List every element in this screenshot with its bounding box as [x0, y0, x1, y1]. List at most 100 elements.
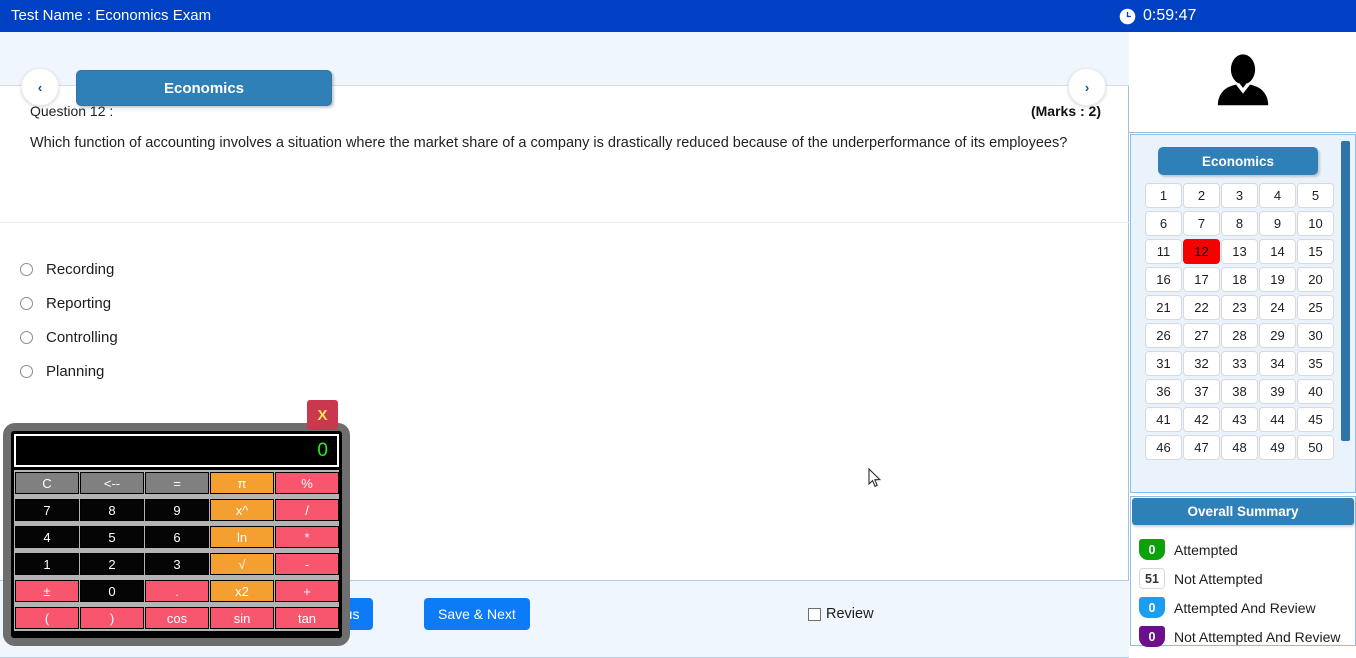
palette-question-19[interactable]: 19	[1259, 267, 1296, 292]
calc-key-[interactable]: √	[210, 553, 274, 575]
palette-question-43[interactable]: 43	[1221, 407, 1258, 432]
calc-key-x[interactable]: x^	[210, 499, 274, 521]
calc-key-7[interactable]: 7	[15, 499, 79, 521]
palette-question-7[interactable]: 7	[1183, 211, 1220, 236]
palette-question-44[interactable]: 44	[1259, 407, 1296, 432]
calculator-close-button[interactable]: X	[307, 400, 338, 430]
palette-question-40[interactable]: 40	[1297, 379, 1334, 404]
palette-question-3[interactable]: 3	[1221, 183, 1258, 208]
palette-question-12[interactable]: 12	[1183, 239, 1220, 264]
calc-key-2[interactable]: 2	[80, 553, 144, 575]
option-row[interactable]: Controlling	[20, 320, 620, 354]
calc-key-9[interactable]: 9	[145, 499, 209, 521]
calc-key-tan[interactable]: tan	[275, 607, 339, 629]
palette-question-29[interactable]: 29	[1259, 323, 1296, 348]
calc-key-sin[interactable]: sin	[210, 607, 274, 629]
palette-question-50[interactable]: 50	[1297, 435, 1334, 460]
calc-key-[interactable]: =	[145, 472, 209, 494]
calc-key-5[interactable]: 5	[80, 526, 144, 548]
palette-question-36[interactable]: 36	[1145, 379, 1182, 404]
calc-key-x2[interactable]: x2	[210, 580, 274, 602]
palette-question-49[interactable]: 49	[1259, 435, 1296, 460]
palette-question-10[interactable]: 10	[1297, 211, 1334, 236]
review-checkbox-wrap[interactable]: Review	[808, 606, 874, 622]
calc-key-C[interactable]: C	[15, 472, 79, 494]
calc-key-[interactable]: %	[275, 472, 339, 494]
calculator-body: 0 C <-- = π% 7 8 9 x^/ 4 5 6 ln * 1 2 3 √ - ±0. x2 + () cos sin…	[11, 431, 342, 638]
palette-question-4[interactable]: 4	[1259, 183, 1296, 208]
palette-question-11[interactable]: 11	[1145, 239, 1182, 264]
palette-question-25[interactable]: 25	[1297, 295, 1334, 320]
question-number: Question 12 :	[30, 103, 114, 119]
calc-key-8[interactable]: 8	[80, 499, 144, 521]
option-row[interactable]: Recording	[20, 252, 620, 286]
calc-key-[interactable]: π	[210, 472, 274, 494]
calculator-widget[interactable]: 0 C <-- = π% 7 8 9 x^/ 4 5 6 ln * 1 2 3 √ - ±0. x2 + () cos sin…	[3, 423, 350, 646]
palette-question-1[interactable]: 1	[1145, 183, 1182, 208]
option-radio-3[interactable]	[20, 364, 33, 378]
option-radio-1[interactable]	[20, 296, 33, 310]
calc-key-[interactable]: +	[275, 580, 339, 602]
palette-question-24[interactable]: 24	[1259, 295, 1296, 320]
palette-question-17[interactable]: 17	[1183, 267, 1220, 292]
calc-key-ln[interactable]: ln	[210, 526, 274, 548]
calc-key-[interactable]: ±	[15, 580, 79, 602]
palette-question-26[interactable]: 26	[1145, 323, 1182, 348]
calc-key-3[interactable]: 3	[145, 553, 209, 575]
palette-question-18[interactable]: 18	[1221, 267, 1258, 292]
palette-question-42[interactable]: 42	[1183, 407, 1220, 432]
palette-question-35[interactable]: 35	[1297, 351, 1334, 376]
calc-key-0[interactable]: 0	[80, 580, 144, 602]
palette-question-14[interactable]: 14	[1259, 239, 1296, 264]
palette-question-28[interactable]: 28	[1221, 323, 1258, 348]
palette-question-41[interactable]: 41	[1145, 407, 1182, 432]
calc-key-[interactable]: <--	[80, 472, 144, 494]
palette-question-6[interactable]: 6	[1145, 211, 1182, 236]
palette-question-13[interactable]: 13	[1221, 239, 1258, 264]
calc-key-cos[interactable]: cos	[145, 607, 209, 629]
palette-question-45[interactable]: 45	[1297, 407, 1334, 432]
calc-key-6[interactable]: 6	[145, 526, 209, 548]
calc-key-[interactable]: -	[275, 553, 339, 575]
palette-question-34[interactable]: 34	[1259, 351, 1296, 376]
calc-key-[interactable]: .	[145, 580, 209, 602]
option-row[interactable]: Planning	[20, 354, 620, 388]
palette-question-22[interactable]: 22	[1183, 295, 1220, 320]
palette-question-21[interactable]: 21	[1145, 295, 1182, 320]
palette-question-27[interactable]: 27	[1183, 323, 1220, 348]
palette-question-16[interactable]: 16	[1145, 267, 1182, 292]
calc-key-[interactable]: (	[15, 607, 79, 629]
palette-question-23[interactable]: 23	[1221, 295, 1258, 320]
option-radio-2[interactable]	[20, 330, 33, 344]
palette-question-38[interactable]: 38	[1221, 379, 1258, 404]
calc-key-[interactable]: *	[275, 526, 339, 548]
palette-question-20[interactable]: 20	[1297, 267, 1334, 292]
palette-question-15[interactable]: 15	[1297, 239, 1334, 264]
palette-question-5[interactable]: 5	[1297, 183, 1334, 208]
calc-key-1[interactable]: 1	[15, 553, 79, 575]
palette-scrollbar-thumb[interactable]	[1341, 141, 1350, 441]
calculator-display: 0	[14, 434, 339, 467]
palette-question-30[interactable]: 30	[1297, 323, 1334, 348]
calc-key-[interactable]: )	[80, 607, 144, 629]
palette-question-32[interactable]: 32	[1183, 351, 1220, 376]
palette-question-37[interactable]: 37	[1183, 379, 1220, 404]
palette-subject-tab[interactable]: Economics	[1158, 147, 1318, 175]
palette-scrollbar-track[interactable]	[1341, 137, 1353, 490]
palette-question-33[interactable]: 33	[1221, 351, 1258, 376]
palette-question-2[interactable]: 2	[1183, 183, 1220, 208]
calc-key-[interactable]: /	[275, 499, 339, 521]
calc-key-4[interactable]: 4	[15, 526, 79, 548]
palette-question-31[interactable]: 31	[1145, 351, 1182, 376]
save-and-next-button[interactable]: Save & Next	[424, 598, 530, 630]
user-avatar-icon	[1217, 54, 1268, 106]
palette-question-48[interactable]: 48	[1221, 435, 1258, 460]
option-radio-0[interactable]	[20, 262, 33, 276]
palette-question-39[interactable]: 39	[1259, 379, 1296, 404]
palette-question-46[interactable]: 46	[1145, 435, 1182, 460]
palette-question-8[interactable]: 8	[1221, 211, 1258, 236]
review-checkbox[interactable]	[808, 607, 821, 621]
palette-question-47[interactable]: 47	[1183, 435, 1220, 460]
palette-question-9[interactable]: 9	[1259, 211, 1296, 236]
option-row[interactable]: Reporting	[20, 286, 620, 320]
